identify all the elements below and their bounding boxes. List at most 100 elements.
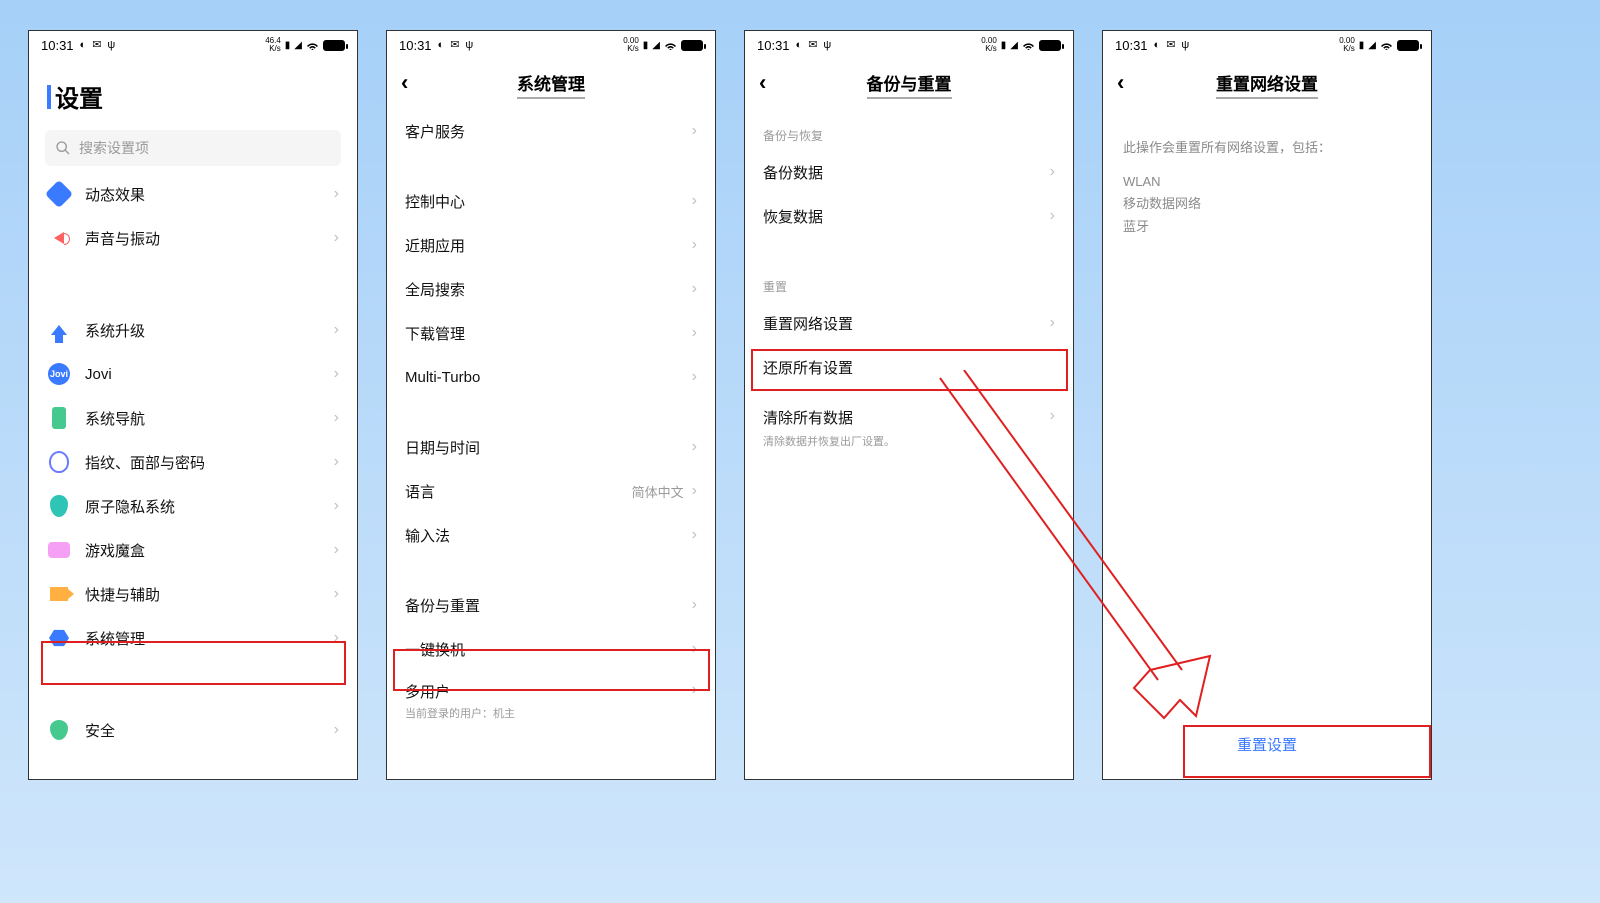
chevron-right-icon: ›: [692, 526, 697, 544]
item-download-manager[interactable]: 下载管理 ›: [387, 311, 715, 355]
item-fingerprint[interactable]: 指纹、面部与密码 ›: [29, 440, 357, 484]
item-multi-turbo[interactable]: Multi-Turbo ›: [387, 355, 715, 399]
chevron-right-icon: ›: [692, 596, 697, 614]
status-bar: 10:31 ◐ ✉ ψ 0.00K/s ▮ ◢: [1103, 31, 1431, 59]
chevron-right-icon: ›: [334, 721, 339, 739]
item-switch-phone[interactable]: 一键换机 ›: [387, 627, 715, 671]
item-label: 游戏魔盒: [85, 540, 334, 561]
status-signal-icon: ◢: [1368, 40, 1376, 51]
item-security[interactable]: 安全 ›: [29, 708, 357, 752]
phone-icon: [52, 407, 66, 429]
chevron-right-icon: ›: [334, 321, 339, 339]
wifi-icon: [306, 39, 319, 52]
shield-icon: [50, 720, 68, 740]
item-label: 还原所有设置: [763, 357, 1055, 378]
chevron-right-icon: ›: [1050, 207, 1055, 225]
status-mail-icon: ✉: [1166, 40, 1175, 51]
item-dynamic-effect[interactable]: 动态效果 ›: [29, 172, 357, 216]
header: ‹ 系统管理: [387, 59, 715, 109]
item-game-box[interactable]: 游戏魔盒 ›: [29, 528, 357, 572]
chevron-right-icon: ›: [334, 453, 339, 471]
shield-icon: [50, 495, 68, 517]
reset-line-wlan: WLAN: [1103, 172, 1431, 191]
battery-icon: [1397, 40, 1419, 51]
settings-list: 动态效果 › 声音与振动 › 系统升级 › Jovi Jovi › 系统: [29, 172, 357, 779]
chevron-right-icon: ›: [334, 585, 339, 603]
item-label: 系统升级: [85, 320, 334, 341]
item-date-time[interactable]: 日期与时间 ›: [387, 425, 715, 469]
search-input[interactable]: 搜索设置项: [45, 130, 341, 166]
item-reset-all[interactable]: 还原所有设置: [745, 345, 1073, 389]
reset-settings-button[interactable]: 重置设置: [1237, 734, 1297, 755]
item-label: 系统导航: [85, 408, 334, 429]
item-label: 近期应用: [405, 235, 692, 256]
item-label: 备份数据: [763, 162, 1050, 183]
item-label: 原子隐私系统: [85, 496, 334, 517]
status-usb-icon: ψ: [465, 40, 473, 51]
item-atom-privacy[interactable]: 原子隐私系统 ›: [29, 484, 357, 528]
item-label: 一键换机: [405, 639, 692, 660]
header-title: 重置网络设置: [1216, 70, 1318, 99]
chevron-right-icon: ›: [334, 185, 339, 203]
item-label: 日期与时间: [405, 437, 692, 458]
reset-line-bt: 蓝牙: [1103, 214, 1431, 237]
item-backup-reset[interactable]: 备份与重置 ›: [387, 583, 715, 627]
system-list: 客户服务 › 控制中心 › 近期应用 › 全局搜索 › 下载管理 › Multi…: [387, 109, 715, 779]
item-reset-network[interactable]: 重置网络设置 ›: [745, 301, 1073, 345]
item-ime[interactable]: 输入法 ›: [387, 513, 715, 557]
item-system-upgrade[interactable]: 系统升级 ›: [29, 308, 357, 352]
chevron-right-icon: ›: [692, 482, 697, 500]
status-time: 10:31: [41, 38, 74, 53]
reset-line-data: 移动数据网络: [1103, 191, 1431, 214]
item-label: 声音与振动: [85, 228, 334, 249]
status-dnd-icon: ◐: [796, 40, 803, 51]
back-button[interactable]: ‹: [401, 70, 408, 96]
item-restore-data[interactable]: 恢复数据 ›: [745, 194, 1073, 238]
search-icon: [55, 140, 71, 156]
gamepad-icon: [48, 542, 70, 558]
chevron-right-icon: ›: [334, 541, 339, 559]
status-dnd-icon: ◐: [1154, 40, 1161, 51]
chevron-right-icon: ›: [1050, 163, 1055, 181]
status-usb-icon: ψ: [1181, 40, 1189, 51]
title-accent-bar: [47, 85, 51, 109]
item-global-search[interactable]: 全局搜索 ›: [387, 267, 715, 311]
item-sublabel: 清除数据并恢复出厂设置。: [763, 433, 895, 449]
item-label: 全局搜索: [405, 279, 692, 300]
back-button[interactable]: ‹: [759, 70, 766, 96]
item-label: 指纹、面部与密码: [85, 452, 334, 473]
item-label: 系统管理: [85, 628, 334, 649]
item-recent-apps[interactable]: 近期应用 ›: [387, 223, 715, 267]
arrow-up-icon: [51, 325, 67, 335]
item-label: 多用户: [405, 681, 692, 702]
chevron-right-icon: ›: [692, 280, 697, 298]
item-accessibility[interactable]: 快捷与辅助 ›: [29, 572, 357, 616]
item-multi-user[interactable]: 多用户 › 当前登录的用户：机主: [387, 671, 715, 725]
chevron-right-icon: ›: [334, 497, 339, 515]
item-customer-service[interactable]: 客户服务 ›: [387, 109, 715, 153]
highlight-box: [1183, 725, 1431, 778]
item-control-center[interactable]: 控制中心 ›: [387, 179, 715, 223]
diamond-icon: [45, 180, 73, 208]
status-bar: 10:31 ◐ ✉ ψ 0.00K/s ▮ ◢: [745, 31, 1073, 59]
item-backup-data[interactable]: 备份数据 ›: [745, 150, 1073, 194]
header-title: 备份与重置: [867, 70, 952, 99]
item-jovi[interactable]: Jovi Jovi ›: [29, 352, 357, 396]
item-system-nav[interactable]: 系统导航 ›: [29, 396, 357, 440]
header-title: 系统管理: [517, 70, 585, 99]
status-mail-icon: ✉: [450, 40, 459, 51]
item-label: 输入法: [405, 525, 692, 546]
item-label: Multi-Turbo: [405, 369, 692, 386]
item-value: 简体中文: [632, 482, 684, 501]
chevron-right-icon: ›: [1050, 314, 1055, 332]
item-sound[interactable]: 声音与振动 ›: [29, 216, 357, 260]
chevron-right-icon: ›: [692, 324, 697, 342]
item-system-management[interactable]: 系统管理 ›: [29, 616, 357, 660]
section-caption-reset: 重置: [745, 270, 1073, 301]
item-language[interactable]: 语言 简体中文 ›: [387, 469, 715, 513]
item-clear-all[interactable]: 清除所有数据 › 清除数据并恢复出厂设置。: [745, 399, 1073, 453]
status-dnd-icon: ◐: [438, 40, 445, 51]
hex-icon: [49, 629, 69, 647]
chevron-right-icon: ›: [692, 368, 697, 386]
back-button[interactable]: ‹: [1117, 70, 1124, 96]
